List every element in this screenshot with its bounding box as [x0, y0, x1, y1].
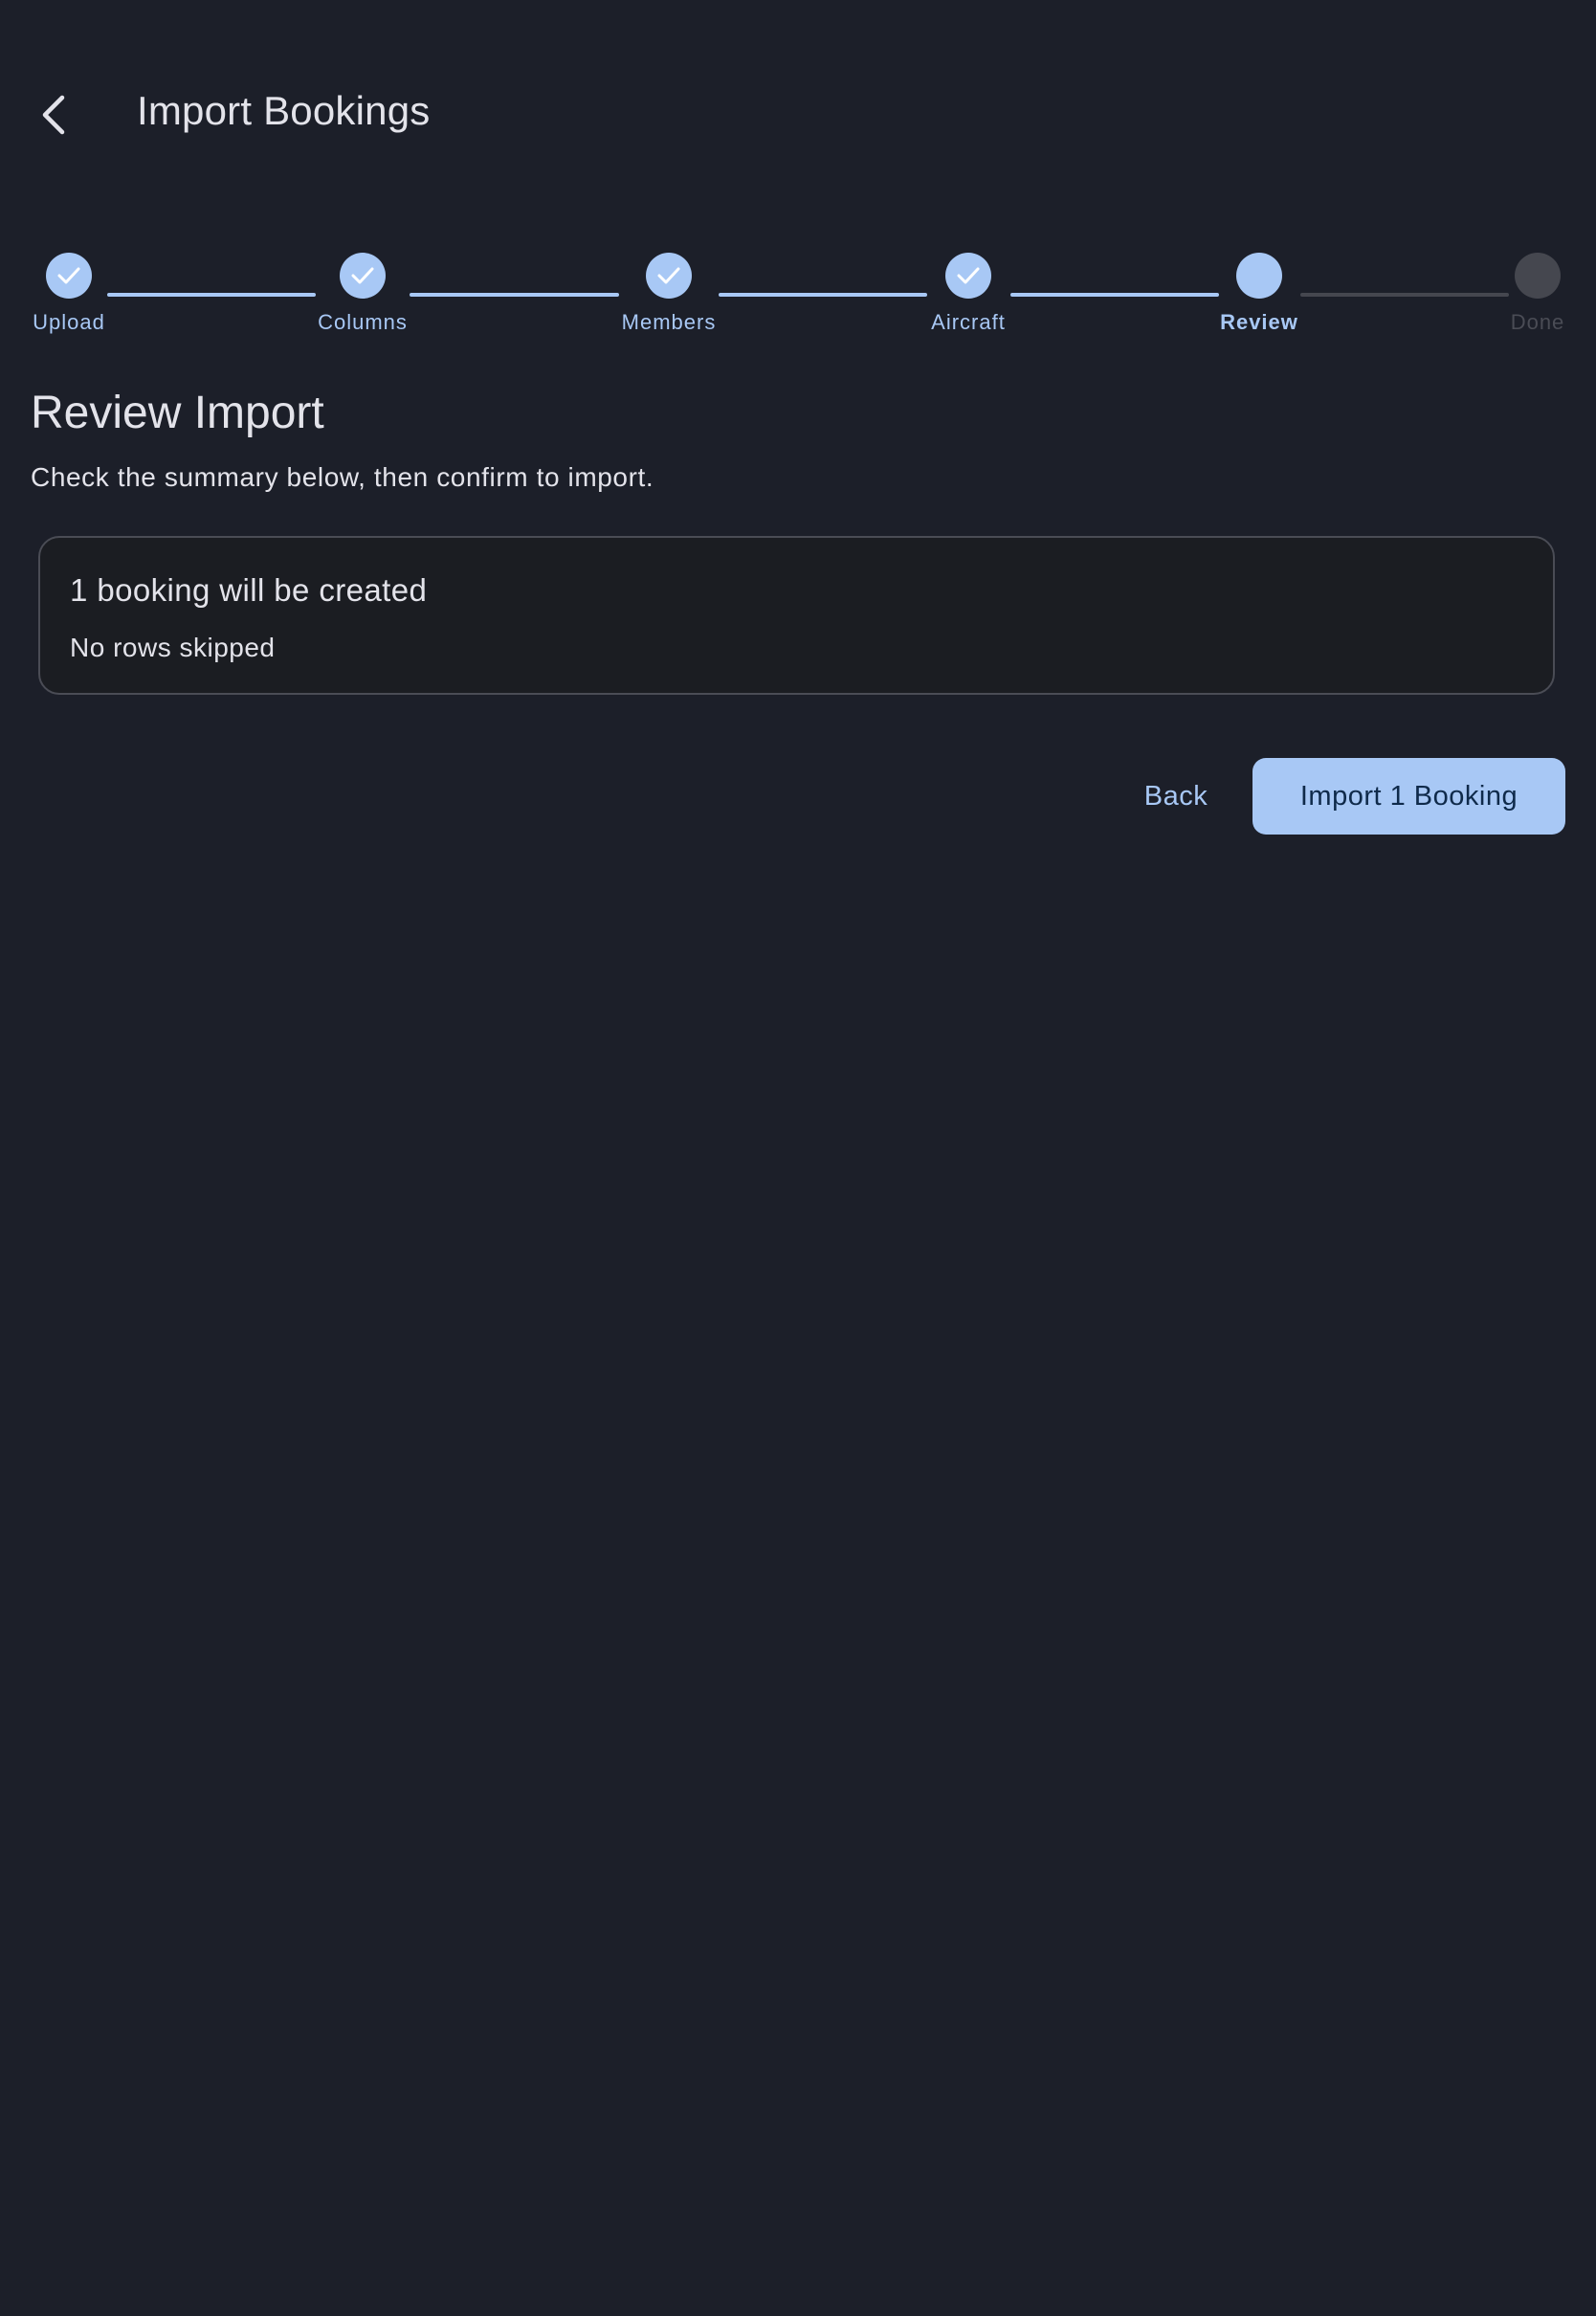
check-icon: [57, 267, 80, 284]
step-connector: [410, 293, 619, 297]
section-title: Review Import: [31, 388, 324, 438]
step-circle: [46, 253, 92, 299]
step-columns: Columns: [286, 249, 439, 335]
check-icon: [957, 267, 980, 284]
step-review: Review: [1183, 249, 1336, 335]
import-button[interactable]: Import 1 Booking: [1252, 758, 1565, 835]
step-label: Aircraft: [931, 310, 1006, 334]
step-label: Review: [1220, 310, 1298, 334]
step-circle-active: [1236, 253, 1282, 299]
page-title: Import Bookings: [137, 88, 431, 133]
chevron-left-icon: [42, 95, 65, 135]
step-members: Members: [592, 249, 745, 335]
step-upload: Upload: [0, 249, 145, 335]
step-aircraft: Aircraft: [892, 249, 1045, 335]
back-navigation-button[interactable]: [21, 77, 86, 153]
step-circle-pending: [1515, 253, 1561, 299]
step-circle: [646, 253, 692, 299]
step-label: Columns: [318, 310, 408, 334]
step-label: Upload: [33, 310, 105, 334]
step-circle: [340, 253, 386, 299]
summary-card: 1 booking will be created No rows skippe…: [38, 536, 1555, 695]
summary-skipped-rows: No rows skipped: [70, 633, 276, 662]
step-label: Members: [621, 310, 717, 334]
back-button[interactable]: Back: [1119, 758, 1232, 835]
summary-created-count: 1 booking will be created: [70, 572, 428, 608]
step-circle: [945, 253, 991, 299]
section-subtitle: Check the summary below, then confirm to…: [31, 462, 654, 492]
check-icon: [351, 267, 374, 284]
import-stepper: Upload Columns Members Aircraft Review D…: [0, 249, 1596, 345]
check-icon: [657, 267, 680, 284]
step-label: Done: [1510, 310, 1565, 334]
app-bar: Import Bookings: [0, 0, 1596, 230]
step-done: Done: [1461, 249, 1596, 335]
